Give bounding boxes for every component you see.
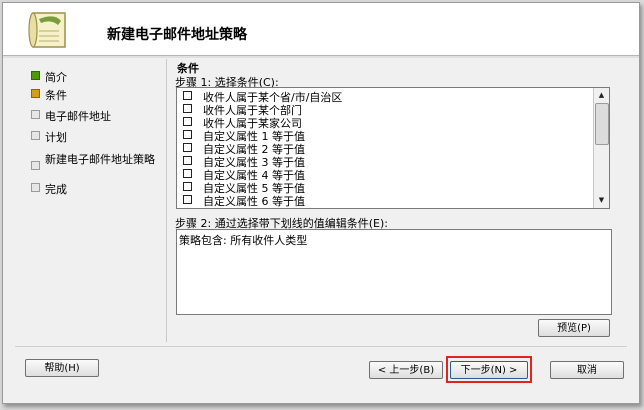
condition-checkbox[interactable] bbox=[183, 91, 192, 100]
condition-checkbox[interactable] bbox=[183, 117, 192, 126]
window-title: 新建电子邮件地址策略 bbox=[107, 27, 247, 43]
wizard-window: 新建电子邮件地址策略 简介 条件 电子邮件地址 计划 新建电子邮件地址策略 完成… bbox=[2, 2, 640, 404]
policy-description: 策略包含: 所有收件人类型 bbox=[179, 234, 308, 247]
scroll-up-arrow-icon[interactable]: ▲ bbox=[595, 89, 608, 102]
step-pending-icon bbox=[31, 131, 40, 140]
nav-item-label: 完成 bbox=[45, 183, 67, 196]
condition-checkbox[interactable] bbox=[183, 104, 192, 113]
nav-item-label: 简介 bbox=[45, 71, 67, 84]
condition-description-box[interactable]: 策略包含: 所有收件人类型 bbox=[176, 229, 612, 315]
step-current-icon bbox=[31, 89, 40, 98]
scroll-thumb[interactable] bbox=[595, 103, 609, 145]
step-pending-icon bbox=[31, 183, 40, 192]
condition-label: 自定义属性 6 等于值 bbox=[203, 195, 305, 208]
step-pending-icon bbox=[31, 161, 40, 170]
header-divider bbox=[3, 55, 639, 58]
nav-item-label: 计划 bbox=[45, 131, 67, 144]
step-complete-icon bbox=[31, 71, 40, 80]
footer-divider bbox=[15, 346, 627, 347]
scroll-down-arrow-icon[interactable]: ▼ bbox=[595, 194, 608, 207]
condition-checkbox[interactable] bbox=[183, 169, 192, 178]
cancel-button[interactable]: 取消 bbox=[550, 361, 624, 379]
condition-checkbox[interactable] bbox=[183, 182, 192, 191]
conditions-scrollbar[interactable]: ▲ ▼ bbox=[593, 88, 609, 208]
condition-checkbox[interactable] bbox=[183, 195, 192, 204]
nav-item-label: 电子邮件地址 bbox=[45, 110, 111, 123]
nav-item-label: 新建电子邮件地址策略 bbox=[45, 153, 155, 166]
conditions-list[interactable]: 收件人属于某个省/市/自治区 收件人属于某个部门 收件人属于某家公司 自定义属性… bbox=[176, 87, 610, 209]
nav-item-label: 条件 bbox=[45, 89, 67, 102]
back-button[interactable]: < 上一步(B) bbox=[369, 361, 443, 379]
wizard-scroll-icon bbox=[28, 12, 66, 48]
wizard-header: 新建电子邮件地址策略 bbox=[3, 3, 639, 55]
condition-checkbox[interactable] bbox=[183, 156, 192, 165]
step-pending-icon bbox=[31, 110, 40, 119]
condition-checkbox[interactable] bbox=[183, 143, 192, 152]
help-button[interactable]: 帮助(H) bbox=[25, 359, 99, 377]
next-button-highlight bbox=[446, 356, 532, 383]
nav-divider bbox=[166, 59, 167, 342]
preview-button[interactable]: 预览(P) bbox=[538, 319, 610, 337]
condition-checkbox[interactable] bbox=[183, 130, 192, 139]
